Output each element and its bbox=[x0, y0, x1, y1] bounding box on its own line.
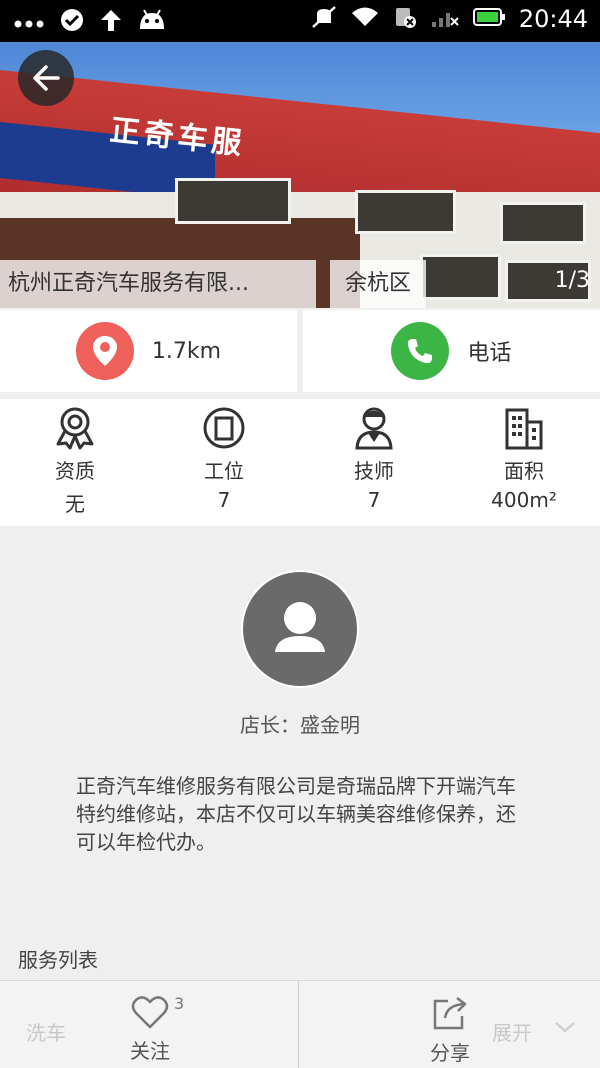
owner-avatar bbox=[241, 570, 359, 688]
badge-icon bbox=[0, 405, 150, 451]
shop-description: 正奇汽车维修服务有限公司是奇瑞品牌下开端汽车特约维修站，本店不仅可以车辆美容维修… bbox=[76, 774, 516, 854]
owner-name: 店长：盛金明 bbox=[240, 713, 360, 737]
chevron-down-icon[interactable] bbox=[554, 1019, 576, 1038]
building-icon bbox=[449, 405, 599, 451]
stat-label: 资质 bbox=[55, 459, 95, 483]
android-icon bbox=[138, 9, 166, 35]
location-pin-icon bbox=[75, 322, 134, 380]
upload-arrow-icon bbox=[100, 8, 122, 36]
share-label: 分享 bbox=[430, 1041, 470, 1065]
back-button[interactable] bbox=[18, 50, 74, 106]
service-item-faded: 洗车 bbox=[26, 1021, 66, 1045]
share-icon bbox=[433, 997, 467, 1030]
sim-icon bbox=[393, 5, 417, 33]
mute-icon bbox=[311, 5, 337, 33]
stat-value: 400m² bbox=[491, 488, 557, 512]
phone-label: 电话 bbox=[467, 341, 512, 366]
status-bar: 20:44 bbox=[0, 0, 600, 42]
technician-icon bbox=[299, 405, 449, 451]
phone-icon bbox=[391, 322, 450, 380]
workstation-icon bbox=[149, 405, 299, 451]
check-circle-icon bbox=[60, 8, 84, 36]
building-window bbox=[500, 202, 586, 244]
share-button[interactable]: 分享 bbox=[410, 995, 490, 1066]
stat-label: 面积 bbox=[504, 459, 544, 483]
bottom-bar: 洗车 关注 分享 展开 bbox=[0, 980, 600, 1068]
action-row: 1.7km 电话 bbox=[0, 310, 600, 392]
photo-counter: 1/3 bbox=[554, 268, 590, 293]
stat-label: 工位 bbox=[204, 459, 244, 483]
shop-name: 杭州正奇汽车服务有限... bbox=[0, 260, 316, 308]
stat-label: 技师 bbox=[354, 459, 394, 483]
building-window bbox=[355, 190, 456, 234]
stat-value: 无 bbox=[65, 492, 85, 516]
stat-technicians: 技师 7 bbox=[299, 405, 449, 512]
arrow-left-icon bbox=[33, 65, 60, 91]
distance-button[interactable]: 1.7km bbox=[0, 310, 297, 392]
signal-icon bbox=[431, 6, 459, 32]
follow-label: 关注 bbox=[130, 1039, 170, 1063]
heart-icon bbox=[131, 996, 169, 1029]
shop-stats: 资质 无 工位 7 技师 7 面积 400m² bbox=[0, 399, 600, 526]
building-window bbox=[420, 254, 501, 300]
distance-label: 1.7km bbox=[151, 338, 222, 364]
clock: 20:44 bbox=[518, 5, 588, 33]
building-window bbox=[175, 178, 291, 224]
stat-workstations: 工位 7 bbox=[149, 405, 299, 512]
call-button[interactable]: 电话 bbox=[303, 310, 600, 392]
stat-area: 面积 400m² bbox=[449, 405, 599, 512]
expand-label[interactable]: 展开 bbox=[492, 1017, 532, 1046]
wifi-icon bbox=[351, 6, 379, 32]
stat-qualification: 资质 无 bbox=[0, 405, 150, 517]
shop-photo-carousel[interactable]: 正奇车服 杭州正奇汽车服务有限... 余杭区 1/3 bbox=[0, 42, 600, 308]
shop-district: 余杭区 bbox=[330, 260, 426, 308]
more-icon bbox=[14, 13, 44, 32]
user-silhouette-icon bbox=[275, 602, 325, 652]
stat-value: 7 bbox=[217, 488, 231, 512]
stat-value: 7 bbox=[367, 488, 381, 512]
battery-icon bbox=[472, 7, 505, 31]
follow-count: 3 bbox=[174, 994, 185, 1013]
service-list-title: 服务列表 bbox=[18, 948, 98, 972]
bottom-bar-divider bbox=[298, 981, 299, 1068]
